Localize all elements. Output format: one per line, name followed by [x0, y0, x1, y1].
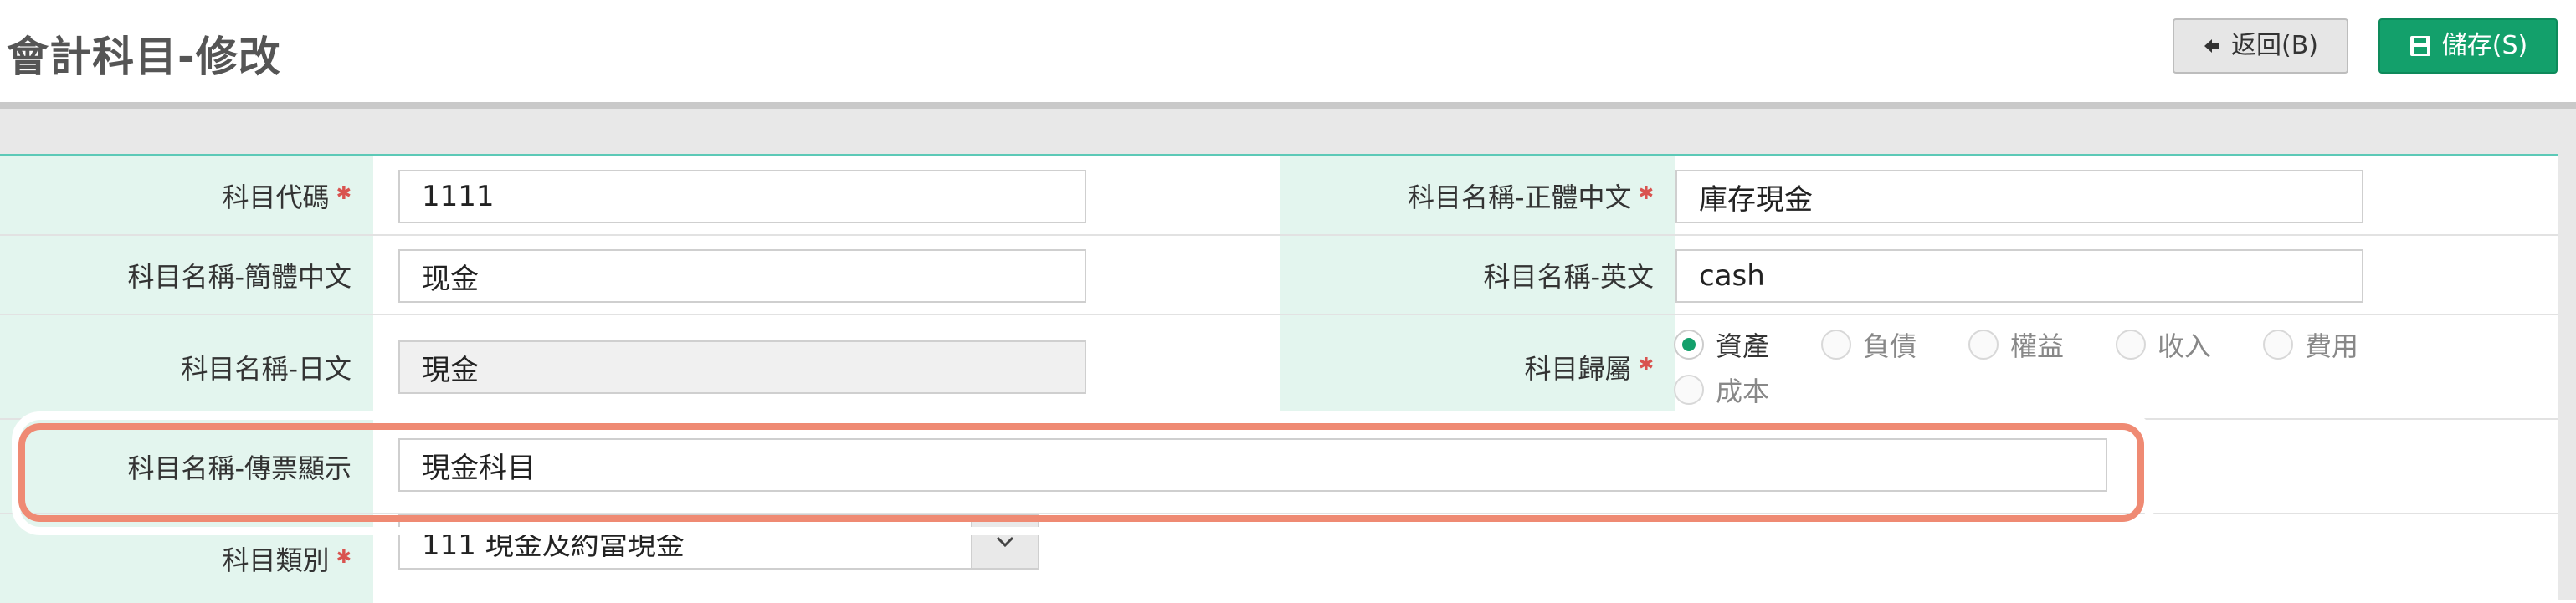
required-mark: ✱ [1638, 355, 1654, 376]
highlight-halo [12, 411, 2154, 535]
required-mark: ✱ [1638, 183, 1654, 204]
radio-circle [1674, 375, 1704, 405]
name-en-input[interactable]: cash [1675, 249, 2363, 303]
radio-cost[interactable]: 成本 [1674, 370, 1769, 409]
name-jp-input: 現金 [398, 340, 1086, 394]
radio-circle [2116, 330, 2146, 360]
radio-circle [1674, 330, 1704, 360]
save-button[interactable]: 儲存(S) [2378, 18, 2558, 74]
code-label: 科目代碼 ✱ [0, 156, 373, 234]
belong-label: 科目歸屬 ✱ [1280, 315, 1675, 418]
code-input[interactable]: 1111 [398, 170, 1086, 223]
page-title: 會計科目-修改 [7, 33, 281, 81]
content-background-right [2558, 109, 2576, 600]
radio-circle [1821, 330, 1851, 360]
name-trad-label: 科目名稱-正體中文 ✱ [1280, 156, 1675, 234]
radio-equity[interactable]: 權益 [1968, 325, 2064, 364]
back-button[interactable]: 返回(B) [2173, 18, 2348, 74]
name-jp-label: 科目名稱-日文 [0, 315, 373, 418]
radio-selected-dot [1682, 338, 1696, 351]
name-trad-input[interactable]: 庫存現金 [1675, 170, 2363, 223]
form-row-3: 科目名稱-日文 現金 科目歸屬 ✱ 資產 負債 權益 收入 費用 成本 [0, 315, 2558, 420]
back-button-label: 返回(B) [2231, 31, 2318, 60]
form-row-1: 科目代碼 ✱ 1111 科目名稱-正體中文 ✱ 庫存現金 [0, 156, 2558, 236]
form-row-2: 科目名稱-簡體中文 现金 科目名稱-英文 cash [0, 236, 2558, 315]
radio-expense[interactable]: 費用 [2263, 325, 2358, 364]
name-simp-label: 科目名稱-簡體中文 [0, 236, 373, 314]
name-simp-input[interactable]: 现金 [398, 249, 1086, 303]
arrow-left-icon [2203, 37, 2221, 55]
name-en-label: 科目名稱-英文 [1280, 236, 1675, 314]
save-button-label: 儲存(S) [2441, 31, 2528, 60]
radio-liability[interactable]: 負債 [1821, 325, 1917, 364]
page-header: 會計科目-修改 返回(B) 儲存(S) [0, 0, 2576, 102]
radio-income[interactable]: 收入 [2116, 325, 2211, 364]
radio-circle [2263, 330, 2293, 360]
floppy-disk-icon [2409, 34, 2432, 58]
required-mark: ✱ [336, 546, 352, 568]
content-background [0, 109, 2576, 156]
radio-circle [1968, 330, 1999, 360]
required-mark: ✱ [336, 183, 352, 204]
radio-asset[interactable]: 資產 [1674, 325, 1769, 364]
header-divider [0, 102, 2576, 109]
